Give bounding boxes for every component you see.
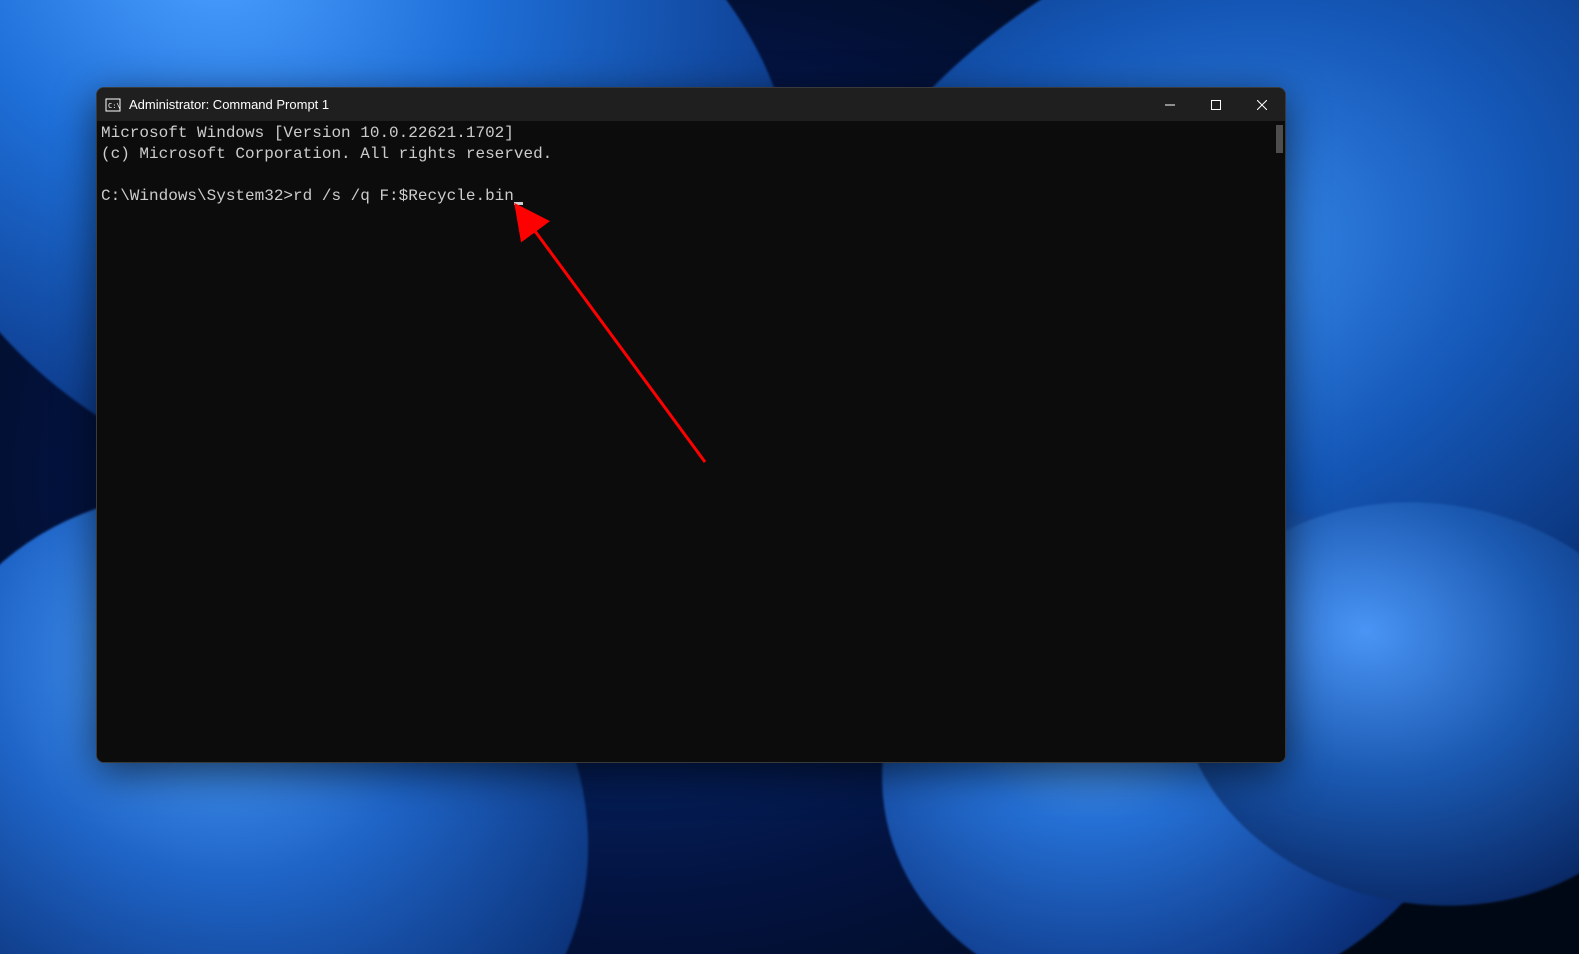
terminal-line-1: Microsoft Windows [Version 10.0.22621.17… — [101, 124, 514, 142]
scrollbar-track[interactable] — [1269, 121, 1285, 762]
terminal-content[interactable]: Microsoft Windows [Version 10.0.22621.17… — [97, 121, 1269, 762]
window-title: Administrator: Command Prompt 1 — [129, 97, 329, 112]
scrollbar-thumb[interactable] — [1276, 125, 1283, 153]
command-prompt-icon: C:\ — [105, 97, 121, 113]
terminal-command: rd /s /q F:$Recycle.bin — [293, 186, 514, 207]
terminal-prompt: C:\Windows\System32> — [101, 186, 293, 207]
command-prompt-window: C:\ Administrator: Command Prompt 1 Micr… — [96, 87, 1286, 763]
minimize-button[interactable] — [1147, 88, 1193, 121]
window-titlebar[interactable]: C:\ Administrator: Command Prompt 1 — [97, 88, 1285, 121]
title-left-group: C:\ Administrator: Command Prompt 1 — [105, 97, 329, 113]
window-controls — [1147, 88, 1285, 121]
terminal-line-2: (c) Microsoft Corporation. All rights re… — [101, 145, 552, 163]
close-button[interactable] — [1239, 88, 1285, 121]
terminal-cursor — [514, 202, 523, 205]
svg-text:C:\: C:\ — [108, 102, 121, 110]
terminal-area[interactable]: Microsoft Windows [Version 10.0.22621.17… — [97, 121, 1285, 762]
maximize-button[interactable] — [1193, 88, 1239, 121]
